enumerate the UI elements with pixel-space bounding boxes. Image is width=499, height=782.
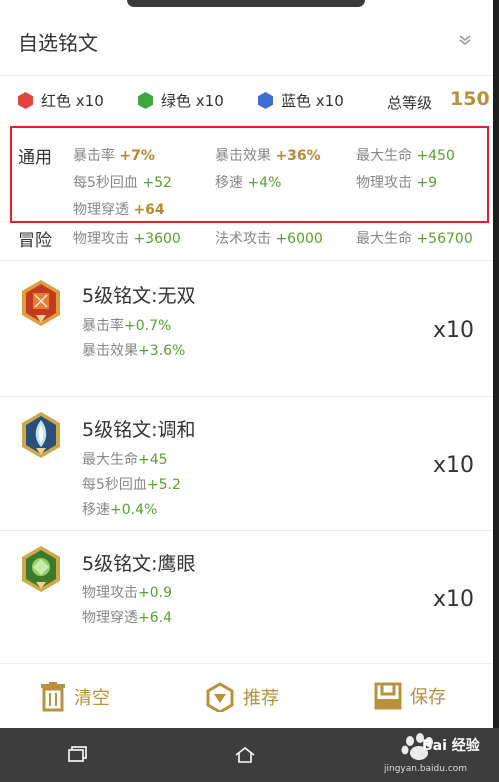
clear-label: 清空 [74,688,110,709]
rune-name: 5级铭文:鹰眼 [82,553,196,575]
gem-green-label: 绿色 x10 [161,92,224,110]
save-label: 保存 [410,687,446,708]
screen-edge [493,0,499,728]
rune-count: x10 [433,453,475,478]
save-icon [374,682,402,710]
watermark-text: Bai 经验 [422,738,480,754]
page-title: 自选铭文 [18,31,98,55]
rune-attr: 物理攻击+0.9 [82,585,172,601]
rune-count: x10 [433,587,475,612]
rune-attr: 暴击效果+3.6% [82,343,186,359]
highlight-box [10,126,489,223]
adventure-attr: 物理攻击 +3600 [73,231,181,247]
green-gem-icon [138,92,153,109]
gem-summary: 红色 x10 绿色 x10 蓝色 x10 总等级 150 [0,76,493,124]
total-level-value: 150 [450,88,490,110]
recommend-label: 推荐 [243,688,279,709]
gem-blue-label: 蓝色 x10 [281,92,344,110]
watermark-url: jingyan.baidu.com [384,764,468,774]
gem-red: 红色 x10 [18,90,104,111]
double-chevron-down-icon[interactable] [458,34,472,46]
blue-gem-icon [258,92,273,109]
rune-attr: 移速+0.4% [82,502,158,518]
recommend-hexagon-icon [206,682,234,712]
recommend-button[interactable]: 推荐 [205,682,279,712]
rune-item-wushuang[interactable]: 5级铭文:无双 暴击率+0.7% 暴击效果+3.6% x10 [0,261,493,396]
adventure-attr: 最大生命 +56700 [356,231,473,247]
rune-count: x10 [433,318,475,343]
save-button[interactable]: 保存 [374,682,446,710]
adventure-label: 冒险 [18,231,52,251]
red-rune-icon [22,280,60,326]
rune-attr: 每5秒回血+5.2 [82,477,181,493]
gem-blue: 蓝色 x10 [258,90,344,111]
rune-attr: 物理穿透+6.4 [82,610,172,626]
action-bar: 清空 推荐 保存 [0,663,493,728]
rune-attr: 最大生命+45 [82,452,168,468]
rune-item-tiaohe[interactable]: 5级铭文:调和 最大生命+45 每5秒回血+5.2 移速+0.4% x10 [0,397,493,530]
trash-icon [41,682,65,712]
blue-rune-icon [22,412,60,458]
clear-button[interactable]: 清空 [40,682,110,712]
home-icon[interactable] [234,746,256,764]
rune-item-yingyan[interactable]: 5级铭文:鹰眼 物理攻击+0.9 物理穿透+6.4 x10 [0,531,493,663]
total-level-label: 总等级 [387,94,433,112]
recent-apps-icon[interactable] [68,746,88,762]
adventure-attr: 法术攻击 +6000 [215,231,323,247]
rune-name: 5级铭文:调和 [82,419,196,441]
gem-green: 绿色 x10 [138,90,224,111]
red-gem-icon [18,92,33,109]
rune-attr: 暴击率+0.7% [82,318,172,334]
gem-red-label: 红色 x10 [41,92,104,110]
rune-name: 5级铭文:无双 [82,285,196,307]
green-rune-icon [22,546,60,592]
header[interactable]: 自选铭文 [0,0,493,76]
